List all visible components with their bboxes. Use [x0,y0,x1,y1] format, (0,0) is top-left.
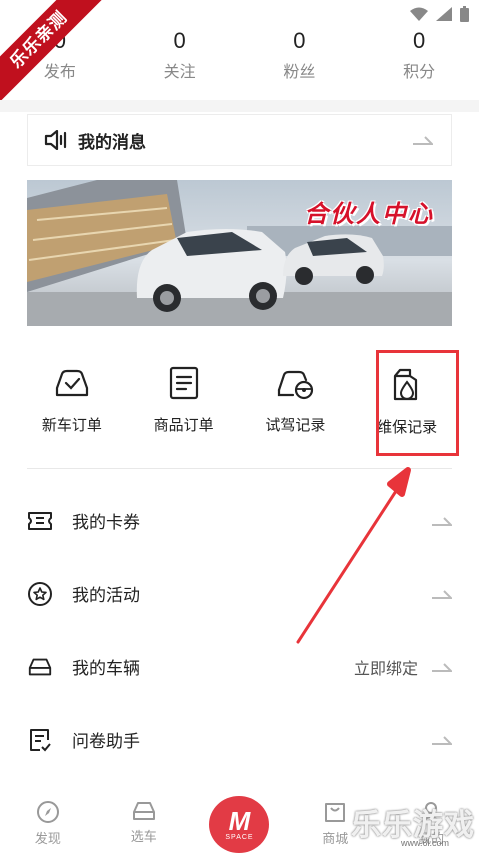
stat-label: 积分 [403,64,436,81]
stats-row: 0 发布 0 关注 0 粉丝 0 积分 [0,28,479,82]
car-front-icon [27,654,53,680]
list-item-survey[interactable]: 问卷助手 [27,703,452,776]
bind-now-link[interactable]: 立即绑定 [354,655,418,679]
highlight-box [376,350,459,456]
shortcut-label: 试驾记录 [265,417,326,434]
nav-choose-car[interactable]: 选车 [96,790,192,853]
list-item-label: 我的卡券 [72,513,140,532]
shortcut-label: 新车订单 [41,417,102,434]
stat-label: 粉丝 [283,64,316,81]
new-car-orders-button[interactable]: 新车订单 [16,360,128,460]
stat-value: 0 [173,28,186,53]
menu-list: 我的卡券 我的活动 我的车辆 立即绑定 问卷助手 [27,484,452,776]
nav-label: 发现 [34,831,61,846]
my-messages-bar[interactable]: 我的消息 [27,114,452,166]
list-item-activities[interactable]: 我的活动 [27,557,452,630]
nav-label: 商城 [322,831,349,846]
arrow-right-icon [432,662,452,672]
arrow-right-icon [432,589,452,599]
nav-m-space[interactable]: M SPACE [192,790,288,853]
ticket-icon [27,508,53,534]
nav-label: 选车 [130,829,157,844]
test-drive-records-button[interactable]: 试驾记录 [240,360,352,460]
stat-following[interactable]: 0 关注 [120,28,240,82]
list-item-coupons[interactable]: 我的卡券 [27,484,452,557]
battery-icon [460,6,469,22]
speaker-icon [44,130,67,150]
stat-points[interactable]: 0 积分 [359,28,479,82]
product-orders-button[interactable]: 商品订单 [128,360,240,460]
my-messages-label: 我的消息 [78,132,146,152]
steering-wheel-car-icon [278,370,314,400]
shopping-bag-icon [325,803,346,822]
compass-icon [36,801,59,823]
m-space-letter: M [228,806,251,836]
shortcut-label: 商品订单 [153,417,214,434]
m-space-sub: SPACE [225,834,254,841]
arrow-right-icon [432,516,452,526]
partner-center-banner[interactable]: 合伙人中心 [27,180,452,326]
divider [27,468,452,469]
section-separator [0,100,479,112]
stat-followers[interactable]: 0 粉丝 [240,28,360,82]
car-check-icon [55,369,88,397]
status-bar [410,6,469,22]
car-icon [132,802,155,820]
list-item-label: 我的活动 [72,586,140,605]
wifi-icon [410,7,428,21]
arrow-right-icon [432,735,452,745]
m-space-icon[interactable]: M SPACE [209,796,270,853]
watermark-url: www.6l.com [400,838,449,848]
survey-icon [27,727,53,753]
nav-discover[interactable]: 发现 [0,790,96,853]
stat-value: 0 [413,28,426,53]
stat-value: 0 [293,28,306,53]
arrow-right-icon [413,136,433,145]
list-item-vehicles[interactable]: 我的车辆 立即绑定 [27,630,452,703]
stat-label: 关注 [163,64,196,81]
list-item-label: 我的车辆 [72,659,140,678]
document-icon [169,366,198,400]
star-circle-icon [27,581,53,607]
banner-title: 合伙人中心 [304,201,434,228]
signal-icon [436,7,452,21]
list-item-label: 问卷助手 [72,732,140,751]
